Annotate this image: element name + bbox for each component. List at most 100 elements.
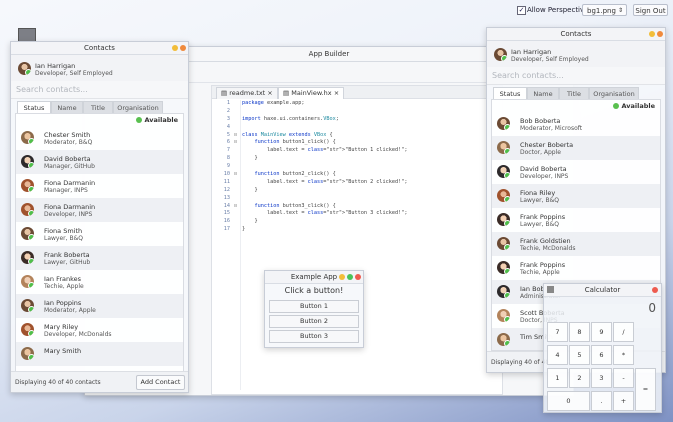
file-icon: ▤ [221,89,228,97]
search-input[interactable]: Search contacts... [11,81,188,99]
contact-role: Techie, Apple [520,269,560,276]
minimize-icon[interactable] [172,45,178,51]
status-label: Available [621,102,655,110]
calc-key[interactable]: 4 [547,345,568,365]
minimize-icon[interactable] [339,274,345,280]
status-dot-icon [28,282,34,288]
code-line[interactable]: 9 [212,163,502,171]
button-3[interactable]: Button 3 [269,330,359,343]
file-icon: ▤ [283,89,290,97]
available-dot-icon [136,117,143,123]
code-line[interactable]: 8 } [212,155,502,163]
list-item[interactable]: David Boberta Developer, INPS [492,160,660,184]
tab-mainview[interactable]: ▤ MainView.hx × [278,87,345,99]
tab-readme[interactable]: ▤ readme.txt × [216,87,278,99]
code-line[interactable]: 6 ⊟ function button1_click() { [212,139,502,147]
add-contact-button[interactable]: Add Contact [136,375,185,390]
calc-key[interactable]: + [613,391,634,411]
close-icon[interactable] [657,31,663,37]
button-2[interactable]: Button 2 [269,315,359,328]
code-line[interactable]: 12 } [212,187,502,195]
code-line[interactable]: 15 label.text = class="str">"Button 3 cl… [212,210,502,218]
calc-key[interactable]: = [635,368,656,411]
list-item[interactable]: Frank Poppins Techie, Apple [492,256,660,280]
calc-key[interactable]: - [613,368,634,388]
list-item[interactable]: Chester Boberta Doctor, Apple [492,136,660,160]
minimize-icon[interactable] [649,31,655,37]
list-item[interactable]: Frank Boberta Lawyer, GitHub [16,246,183,270]
avatar [21,347,34,360]
code-line[interactable]: 2 [212,108,502,116]
list-item[interactable]: Fiona Darmanin Developer, INPS [16,198,183,222]
fold-icon[interactable]: ⊟ [234,132,237,140]
code-line[interactable]: 5 ⊟ class MainView extends VBox { [212,132,502,140]
close-icon[interactable] [355,274,361,280]
code-text: label.text = class="str">"Button 2 click… [242,178,408,185]
fold-icon[interactable]: ⊟ [234,139,237,147]
list-item[interactable]: Mary Smith [16,342,183,366]
close-icon[interactable]: × [267,89,272,97]
code-line[interactable]: 17} [212,226,502,234]
list-item[interactable]: Frank Poppins Lawyer, B&Q [492,208,660,232]
calc-key[interactable]: 0 [547,391,590,411]
code-line[interactable]: 1 package example.app; [212,100,502,108]
button-1[interactable]: Button 1 [269,300,359,313]
code-editor[interactable]: ▤ readme.txt × ▤ MainView.hx × 1 package … [211,85,503,395]
line-number: 7 [226,147,230,154]
close-icon[interactable] [652,287,658,293]
calc-key[interactable]: . [591,391,612,411]
calc-key[interactable]: 9 [591,322,612,342]
list-item[interactable]: David Boberta Manager, GitHub [16,150,183,174]
calc-key[interactable]: 5 [569,345,590,365]
code-line[interactable]: 10 ⊟ function button2_click() { [212,171,502,179]
list-item[interactable]: Chester Smith Moderator, B&Q [16,126,183,150]
avatar [497,285,510,298]
contact-name: Mary Riley [44,323,79,331]
calc-key[interactable]: * [613,345,634,365]
search-input[interactable]: Search contacts... [487,67,665,85]
close-icon[interactable]: × [334,89,339,97]
code-line[interactable]: 7 label.text = class="str">"Button 1 cli… [212,147,502,155]
code-text: label.text = class="str">"Button 1 click… [242,147,408,154]
calc-key[interactable]: 7 [547,322,568,342]
contact-list[interactable]: Available Chester Smith Moderator, B&Q Dav… [15,113,184,383]
list-item[interactable]: Fiona Darmanin Manager, INPS [16,174,183,198]
list-item[interactable]: Frank Goldstien Techie, McDonalds [492,232,660,256]
contact-role: Developer, INPS [520,173,569,180]
code-line[interactable]: 3 import haxe.ui.containers.VBox; [212,116,502,124]
calc-key[interactable]: 1 [547,368,568,388]
calc-key[interactable]: 3 [591,368,612,388]
calc-key[interactable]: 2 [569,368,590,388]
contact-name: Ian Poppins [44,299,82,307]
status-dot-icon [28,210,34,216]
fold-icon[interactable]: ⊟ [234,203,237,211]
list-item[interactable]: Mary Riley Developer, McDonalds [16,318,183,342]
code-line[interactable]: 16 } [212,218,502,226]
line-number: 2 [226,107,230,114]
list-item[interactable]: Fiona Riley Lawyer, B&Q [492,184,660,208]
code-line[interactable]: 14 ⊟ function button3_click() { [212,203,502,211]
calc-key[interactable]: 8 [569,322,590,342]
status-dot-icon [28,258,34,264]
line-number: 15 [223,210,230,217]
code-line[interactable]: 11 label.text = class="str">"Button 2 cl… [212,179,502,187]
code-line[interactable]: 4 [212,124,502,132]
status-dot-icon [504,220,510,226]
perspective-checkbox[interactable]: ✓ [517,6,526,15]
calc-key[interactable]: 6 [591,345,612,365]
list-item[interactable]: Ian Poppins Moderator, Apple [16,294,183,318]
code-line[interactable]: 13 [212,195,502,203]
status-row[interactable]: Available [492,100,660,112]
list-item[interactable]: Ian Frankes Techie, Apple [16,270,183,294]
fold-icon[interactable]: ⊟ [234,171,237,179]
contact-role: Doctor, Apple [520,149,561,156]
sign-out-button[interactable]: Sign Out [633,4,668,16]
close-icon[interactable] [180,45,186,51]
list-item[interactable]: Bob Boberta Moderator, Microsoft [492,112,660,136]
line-number: 5 [226,131,230,138]
list-item[interactable]: Fiona Smith Lawyer, B&Q [16,222,183,246]
maximize-icon[interactable] [347,274,353,280]
calc-key[interactable]: / [613,322,634,342]
background-select[interactable]: bg1.png ⇕ [582,4,627,16]
status-row[interactable]: Available [16,114,183,126]
